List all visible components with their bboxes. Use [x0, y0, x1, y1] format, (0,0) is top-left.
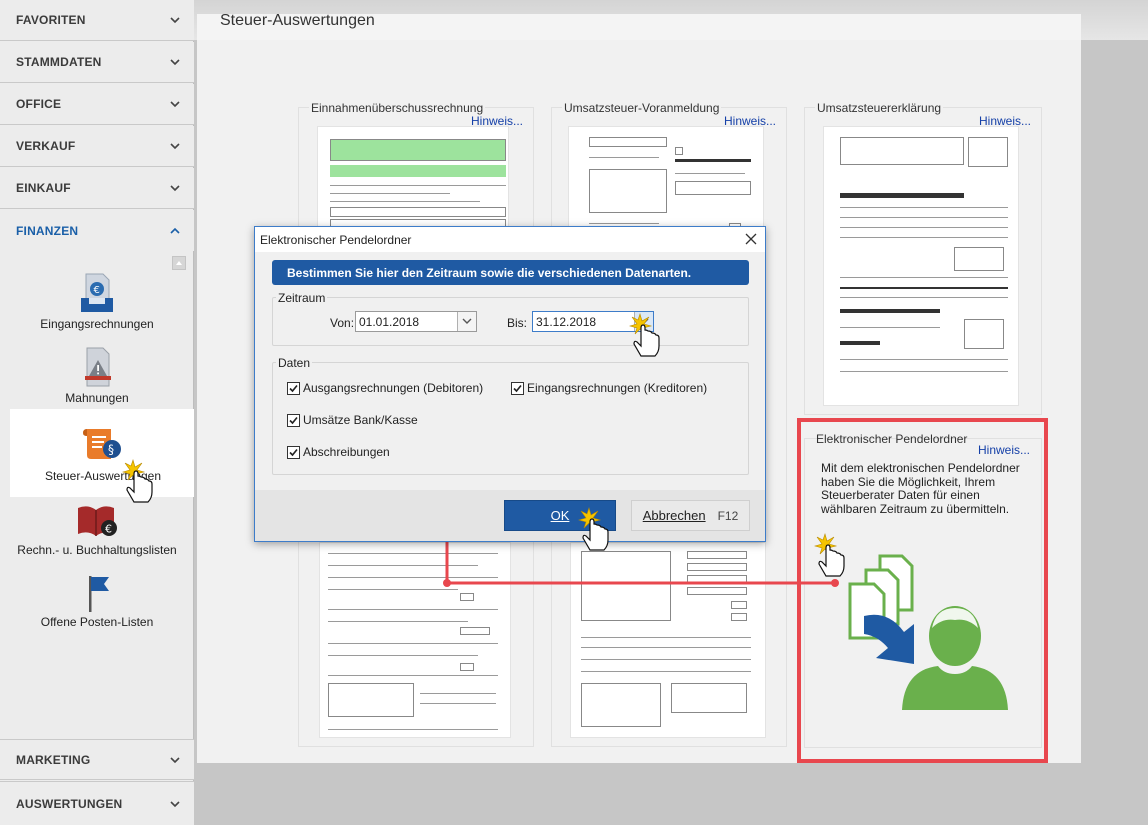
chevron-down-icon [170, 143, 180, 150]
sidebar-section-label: FINANZEN [16, 223, 79, 238]
sidebar-section-office[interactable]: OFFICE [0, 84, 194, 125]
dialog-title: Elektronischer Pendelordner [260, 233, 412, 247]
hand-cursor-icon [122, 458, 153, 503]
chevron-down-icon [170, 800, 180, 807]
pendelordner-dialog[interactable]: Elektronischer Pendelordner Bestimmen Si… [254, 226, 766, 542]
hand-cursor-icon [629, 312, 660, 357]
sidebar-section-favoriten[interactable]: FAVORITEN [0, 0, 194, 41]
form-preview-euer-page2[interactable] [319, 542, 511, 738]
card-title: Einnahmenüberschussrechnung [309, 101, 486, 115]
svg-text:§: § [108, 443, 114, 457]
svg-text:€: € [105, 523, 112, 536]
von-label: Von: [330, 316, 355, 330]
chevron-down-icon [170, 59, 180, 66]
daten-group-label: Daten [276, 356, 313, 370]
checkbox-eingangsrechnungen[interactable]: Eingangsrechnungen (Kreditoren) [511, 381, 707, 395]
checkmark-icon [289, 416, 298, 424]
sidebar-item-offene-posten[interactable]: Offene Posten-Listen [0, 572, 194, 634]
sidebar-section-auswertungen[interactable]: AUSWERTUNGEN [0, 781, 194, 825]
dialog-titlebar[interactable]: Elektronischer Pendelordner [255, 227, 765, 252]
sidebar-section-label: FAVORITEN [16, 13, 86, 27]
warning-document-icon [85, 347, 111, 387]
dialog-banner: Bestimmen Sie hier den Zeitraum sowie di… [272, 260, 749, 285]
chevron-down-icon [170, 185, 180, 192]
sidebar-item-steuer-auswertungen[interactable]: § Steuer-Auswertungen [10, 409, 196, 497]
von-date-value: 01.01.2018 [359, 315, 420, 329]
sidebar-section-stammdaten[interactable]: STAMMDATEN [0, 42, 194, 83]
sidebar-section-label: VERKAUF [16, 139, 76, 153]
hand-cursor-icon [578, 506, 609, 551]
chevron-down-icon [170, 101, 180, 108]
sidebar-section-label: STAMMDATEN [16, 55, 102, 69]
invoice-tray-icon: € [81, 273, 113, 312]
chevron-down-icon [170, 756, 180, 763]
sidebar-section-finanzen[interactable]: FINANZEN [0, 210, 194, 251]
highlight-frame [797, 418, 1048, 763]
checkmark-icon [289, 384, 298, 392]
svg-text:€: € [94, 285, 100, 296]
card-title: Umsatzsteuererklärung [815, 101, 944, 115]
card-umsatzsteuererklaerung[interactable]: Umsatzsteuererklärung Hinweis... [804, 101, 1042, 415]
sidebar-item-buchhaltungslisten[interactable]: € Rechn.- u. Buchhaltungslisten [0, 503, 194, 565]
checkbox-abschreibungen[interactable]: Abschreibungen [287, 445, 390, 459]
form-preview-ust-erklaerung[interactable] [823, 126, 1019, 406]
checkbox-ausgangsrechnungen[interactable]: Ausgangsrechnungen (Debitoren) [287, 381, 483, 395]
ledger-book-icon: € [78, 506, 117, 536]
checkmark-icon [289, 448, 298, 456]
sidebar-item-label: Rechn.- u. Buchhaltungslisten [17, 543, 177, 557]
von-date-combo[interactable]: 01.01.2018 [355, 311, 477, 332]
sidebar-section-label: OFFICE [16, 97, 62, 111]
sidebar-section-einkauf[interactable]: EINKAUF [0, 168, 194, 209]
sidebar-item-mahnungen[interactable]: Mahnungen [0, 344, 194, 408]
checkmark-icon [513, 384, 522, 392]
page-title: Steuer-Auswertungen [220, 12, 375, 29]
chevron-down-icon [462, 318, 472, 324]
sidebar-item-label: Offene Posten-Listen [40, 615, 154, 629]
checkbox-umsaetze-bank-kasse[interactable]: Umsätze Bank/Kasse [287, 413, 418, 427]
sidebar-section-marketing[interactable]: MARKETING [0, 739, 194, 780]
sidebar-section-label: EINKAUF [16, 181, 71, 195]
checkbox-label: Abschreibungen [303, 445, 390, 459]
checkbox-label: Umsätze Bank/Kasse [303, 413, 418, 427]
bis-date-value: 31.12.2018 [536, 315, 597, 329]
chevron-up-icon [170, 227, 180, 234]
von-dropdown-button[interactable] [457, 312, 476, 331]
sidebar-section-label: MARKETING [16, 752, 91, 767]
checkbox-label: Ausgangsrechnungen (Debitoren) [303, 381, 484, 395]
sidebar-item-eingangsrechnungen[interactable]: € Eingangsrechnungen [0, 268, 194, 334]
sidebar-item-label: Eingangsrechnungen [40, 317, 154, 331]
sidebar-item-label: Mahnungen [65, 391, 129, 405]
zeitraum-group-label: Zeitraum [276, 291, 328, 305]
hand-cursor-icon [814, 532, 845, 577]
cancel-shortcut: F12 [717, 508, 739, 523]
checkbox-label: Eingangsrechnungen (Kreditoren) [527, 381, 708, 395]
sidebar-section-label: AUSWERTUNGEN [16, 796, 123, 811]
ok-button-label: OK [550, 508, 570, 523]
sidebar: FAVORITEN STAMMDATEN OFFICE VERKAUF EINK… [0, 0, 196, 825]
chevron-down-icon [170, 17, 180, 24]
bis-label: Bis: [507, 316, 528, 330]
close-icon[interactable] [743, 231, 759, 247]
cancel-button-label: Abbrechen [642, 508, 706, 523]
form-preview-ust-va-page2[interactable] [570, 542, 766, 738]
tax-scroll-icon: § [83, 429, 121, 459]
sidebar-section-verkauf[interactable]: VERKAUF [0, 126, 194, 167]
card-title: Umsatzsteuer-Voranmeldung [562, 101, 722, 115]
flag-icon [89, 576, 109, 612]
cancel-button[interactable]: Abbrechen F12 [631, 500, 750, 531]
sidebar-item-label: Steuer-Auswertungen [44, 469, 162, 483]
